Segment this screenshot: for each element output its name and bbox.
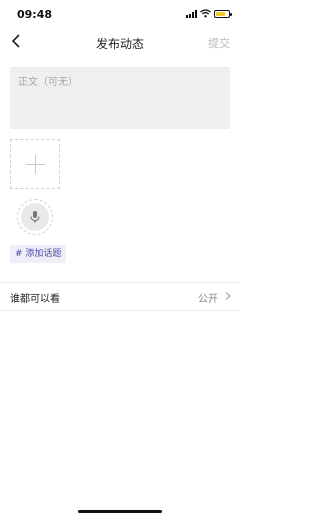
submit-button[interactable]: 提交	[208, 35, 230, 51]
nav-bar: 发布动态 提交	[0, 28, 240, 56]
wifi-icon	[200, 9, 211, 18]
status-time: 09:48	[17, 8, 53, 21]
privacy-label: 谁都可以看	[10, 294, 60, 305]
page-title: 发布动态	[95, 37, 144, 51]
battery-icon	[214, 9, 232, 18]
home-indicator	[78, 510, 162, 513]
post-text-input[interactable]: 正文（可无）	[10, 67, 230, 129]
voice-button-inner	[21, 203, 49, 231]
privacy-value: 公开	[198, 294, 218, 305]
add-image-button[interactable]	[10, 139, 60, 189]
status-icons	[186, 9, 232, 18]
status-bar: 09:48	[0, 0, 240, 28]
voice-record-button[interactable]	[17, 199, 53, 235]
microphone-icon	[30, 211, 40, 223]
divider	[0, 310, 240, 311]
privacy-row[interactable]: 谁都可以看 公开	[0, 282, 240, 310]
signal-icon	[186, 9, 197, 18]
add-topic-button[interactable]: # 添加话题	[10, 245, 67, 263]
chevron-right-icon	[225, 292, 231, 300]
